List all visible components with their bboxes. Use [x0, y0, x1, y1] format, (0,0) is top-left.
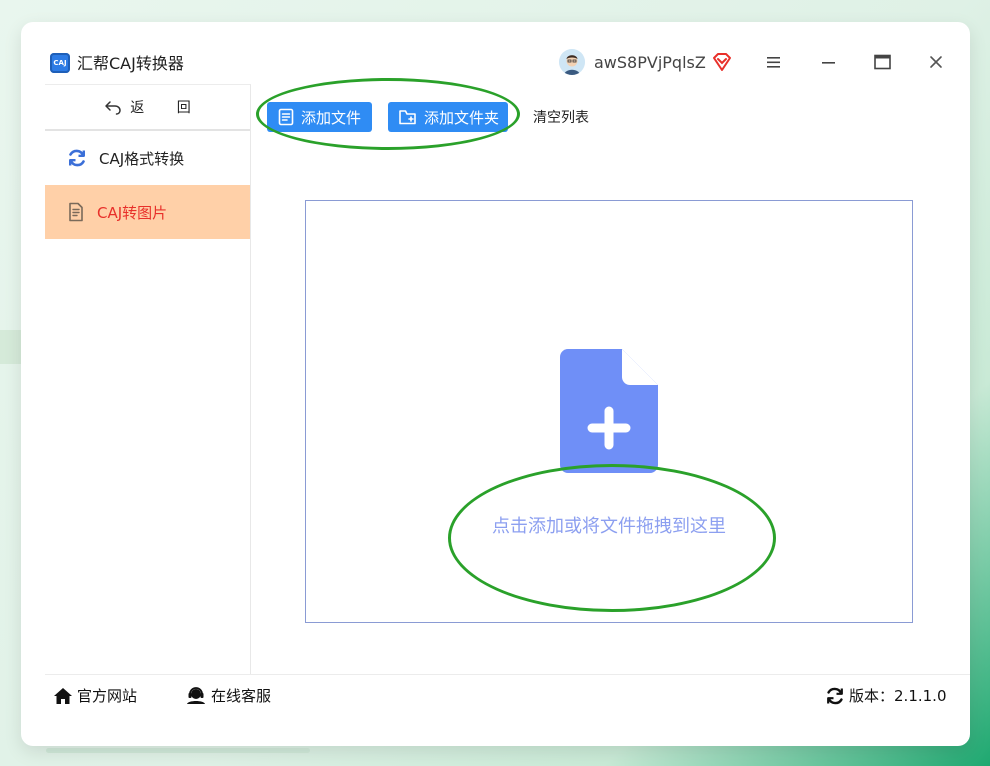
version-info: 版本： 2.1.1.0	[825, 685, 947, 706]
file-drop-zone[interactable]: 点击添加或将文件拖拽到这里	[305, 200, 913, 623]
close-icon[interactable]	[924, 50, 948, 74]
official-website-link[interactable]: 官方网站	[53, 685, 137, 706]
maximize-icon[interactable]	[870, 50, 894, 74]
back-arrow-icon	[105, 101, 122, 115]
minimize-icon[interactable]	[816, 50, 840, 74]
service-label: 在线客服	[211, 687, 272, 705]
background-bar	[46, 748, 310, 753]
title-bar: CAJ 汇帮CAJ转换器 awS8PVjPqlsZ	[21, 22, 970, 84]
vip-diamond-icon[interactable]	[711, 52, 733, 72]
app-title: 汇帮CAJ转换器	[77, 54, 184, 73]
file-add-icon	[560, 349, 658, 473]
website-label: 官方网站	[77, 687, 138, 705]
refresh-icon	[69, 149, 85, 167]
sidebar-item-label: CAJ转图片	[97, 203, 168, 222]
username: awS8PVjPqlsZ	[594, 53, 706, 72]
back-label: 返 回	[130, 100, 205, 116]
refresh-icon	[827, 687, 843, 704]
back-button[interactable]: 返 回	[45, 85, 250, 131]
sidebar-item-label: CAJ格式转换	[99, 149, 185, 168]
customer-service-icon	[187, 686, 205, 704]
version-number: 2.1.1.0	[894, 686, 947, 705]
document-icon	[69, 202, 83, 222]
avatar[interactable]	[559, 49, 585, 75]
folder-add-icon	[399, 110, 416, 125]
sidebar: 返 回 CAJ格式转换 CAJ转图片	[45, 84, 251, 675]
file-list-icon	[278, 108, 294, 126]
add-folder-button[interactable]: 添加文件夹	[388, 102, 508, 132]
drop-hint: 点击添加或将文件拖拽到这里	[492, 516, 726, 537]
app-window: CAJ 汇帮CAJ转换器 awS8PVjPqlsZ 返 回 CAJ格式转换 CA…	[21, 22, 970, 746]
add-file-label: 添加文件	[301, 108, 362, 127]
footer: 官方网站 在线客服 版本： 2.1.1.0	[45, 674, 970, 715]
add-folder-label: 添加文件夹	[424, 108, 500, 127]
app-logo-icon: CAJ	[50, 53, 70, 73]
version-label: 版本：	[849, 687, 895, 705]
sidebar-item-caj-to-image[interactable]: CAJ转图片	[45, 185, 250, 239]
menu-icon[interactable]	[761, 50, 785, 74]
online-service-link[interactable]: 在线客服	[185, 685, 271, 706]
add-file-button[interactable]: 添加文件	[267, 102, 372, 132]
home-icon	[54, 687, 72, 704]
clear-list-button[interactable]: 清空列表	[533, 108, 589, 128]
sidebar-item-caj-convert[interactable]: CAJ格式转换	[45, 131, 250, 185]
